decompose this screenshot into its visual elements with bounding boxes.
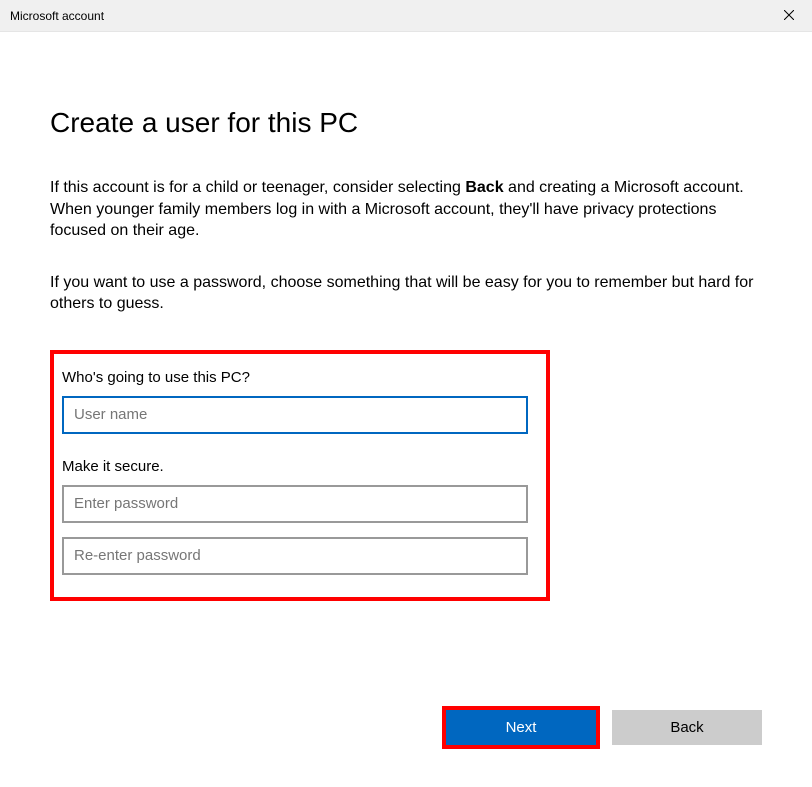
titlebar: Microsoft account	[0, 0, 812, 32]
close-icon	[784, 7, 794, 25]
content-area: Create a user for this PC If this accoun…	[0, 32, 812, 601]
titlebar-title: Microsoft account	[10, 9, 104, 23]
page-title: Create a user for this PC	[50, 107, 762, 139]
form-highlight-box: Who's going to use this PC? Make it secu…	[50, 350, 550, 601]
password-section-label: Make it secure.	[62, 458, 528, 475]
next-button-highlight: Next	[442, 706, 600, 749]
para1-bold: Back	[465, 179, 503, 196]
footer-buttons: Next Back	[442, 706, 762, 749]
username-input[interactable]	[62, 396, 528, 434]
para1-before: If this account is for a child or teenag…	[50, 179, 465, 196]
next-button[interactable]: Next	[446, 710, 596, 745]
password-input[interactable]	[62, 485, 528, 523]
info-paragraph-2: If you want to use a password, choose so…	[50, 272, 762, 315]
info-paragraph-1: If this account is for a child or teenag…	[50, 177, 762, 242]
close-button[interactable]	[766, 0, 812, 32]
back-button[interactable]: Back	[612, 710, 762, 745]
username-section-label: Who's going to use this PC?	[62, 369, 528, 386]
reenter-password-input[interactable]	[62, 537, 528, 575]
